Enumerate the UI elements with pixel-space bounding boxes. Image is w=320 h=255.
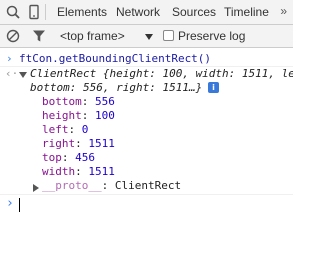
expand-triangle-icon[interactable]	[19, 72, 27, 78]
result-summary-line-1: ClientRect {height: 100, width: 1511, le	[30, 67, 293, 80]
devtools-tab-bar: Elements Network Sources Timeline »	[0, 0, 293, 25]
proto-row[interactable]: __proto__: ClientRect	[42, 179, 181, 192]
toolbar-divider	[45, 4, 46, 20]
console-command: ftCon.getBoundingClientRect()	[19, 52, 212, 65]
result-summary-line-2: bottom: 556, right: 1511…}	[30, 81, 203, 94]
property-row: width: 1511	[42, 165, 115, 178]
inspect-element-icon[interactable]	[5, 4, 21, 20]
input-prompt-icon: ›	[6, 52, 13, 65]
preserve-log-checkbox[interactable]	[163, 30, 174, 41]
filter-icon[interactable]	[32, 29, 46, 43]
console-panel: › ftCon.getBoundingClientRect() ‹· Clien…	[0, 48, 293, 255]
property-row: bottom: 556	[42, 95, 115, 108]
device-mode-icon[interactable]	[26, 4, 42, 20]
tab-sources[interactable]: Sources	[172, 5, 216, 19]
tab-network[interactable]: Network	[116, 5, 160, 19]
tab-elements[interactable]: Elements	[57, 5, 107, 19]
clear-console-icon[interactable]	[6, 29, 20, 43]
preserve-log-label: Preserve log	[178, 29, 246, 43]
collapsed-triangle-icon[interactable]	[33, 184, 39, 192]
frame-selector[interactable]: <top frame>	[60, 29, 125, 43]
result-prompt-icon: ‹·	[5, 67, 19, 80]
property-row: top: 456	[42, 151, 95, 164]
property-row: right: 1511	[42, 137, 115, 150]
message-divider	[0, 194, 293, 195]
property-row: height: 100	[42, 109, 115, 122]
frame-dropdown-arrow-icon[interactable]	[145, 34, 153, 40]
tab-timeline[interactable]: Timeline	[224, 5, 269, 19]
console-toolbar: <top frame> Preserve log	[0, 25, 293, 48]
result-expand-toggle[interactable]	[19, 68, 27, 81]
more-tabs-button[interactable]: »	[280, 4, 287, 18]
console-input[interactable]	[19, 198, 20, 212]
console-input-prompt-icon: ›	[6, 196, 14, 211]
info-badge-icon[interactable]: i	[208, 81, 219, 94]
property-row: left: 0	[42, 123, 89, 136]
